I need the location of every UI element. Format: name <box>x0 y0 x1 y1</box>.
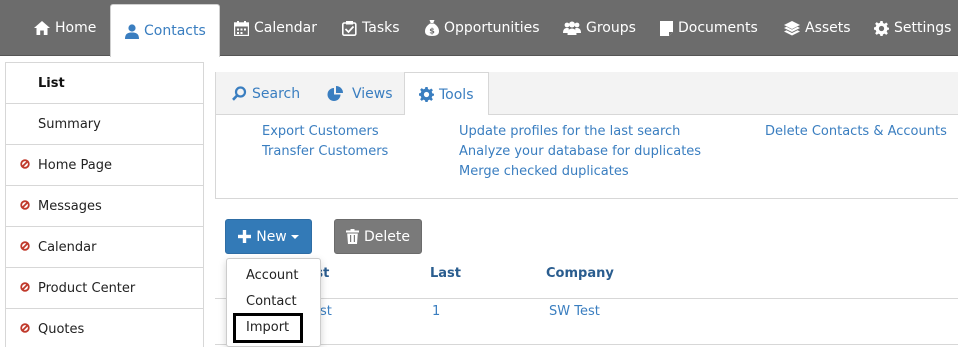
nav-tab-assets[interactable]: Assets <box>778 0 857 56</box>
group-icon <box>563 21 581 35</box>
nav-tab-contacts-label: Contacts <box>144 23 206 39</box>
nav-tab-opportunities[interactable]: $ Opportunities <box>419 0 546 56</box>
left-sidebar: List Summary Home Page Messages Calendar… <box>5 62 204 347</box>
top-navigation: Home Contacts Calendar Tasks $ Opportuni… <box>0 0 958 57</box>
search-icon <box>232 86 247 101</box>
home-icon <box>34 21 50 35</box>
restricted-icon <box>20 282 30 292</box>
nav-tab-opportunities-label: Opportunities <box>444 20 540 36</box>
table-divider <box>215 298 958 299</box>
nav-tab-home-label: Home <box>55 20 97 36</box>
checkbox-icon <box>342 20 357 36</box>
sidebar-item-home-page[interactable]: Home Page <box>6 144 203 185</box>
column-header-company[interactable]: Company <box>546 266 614 281</box>
nav-tab-contacts[interactable]: Contacts <box>110 4 220 57</box>
merge-duplicates-link[interactable]: Merge checked duplicates <box>459 164 629 179</box>
delete-button[interactable]: Delete <box>334 219 422 254</box>
import-highlight-box <box>233 313 303 343</box>
tab-tools-label: Tools <box>439 86 474 103</box>
tab-views[interactable]: Views <box>327 72 393 115</box>
money-bag-icon: $ <box>425 20 439 36</box>
nav-tab-calendar-label: Calendar <box>254 20 317 36</box>
caret-down-icon <box>290 234 299 239</box>
svg-text:$: $ <box>429 27 435 36</box>
table-divider <box>215 344 958 345</box>
restricted-icon <box>20 323 30 333</box>
pie-chart-icon <box>327 85 343 101</box>
sidebar-item-list[interactable]: List <box>6 62 203 103</box>
document-icon <box>660 20 673 36</box>
gear-icon <box>419 87 434 102</box>
nav-tab-groups-label: Groups <box>586 20 636 36</box>
new-button-label: New <box>256 228 287 245</box>
sidebar-item-label: Home Page <box>38 157 112 173</box>
sidebar-item-summary[interactable]: Summary <box>6 103 203 144</box>
nav-tab-home[interactable]: Home <box>28 0 102 56</box>
nav-tab-tasks[interactable]: Tasks <box>336 0 406 56</box>
sidebar-item-label: Summary <box>38 116 101 132</box>
user-icon <box>125 23 139 39</box>
menu-item-contact[interactable]: Contact <box>246 294 297 309</box>
layers-icon <box>784 20 800 35</box>
nav-tab-settings[interactable]: Settings <box>868 0 957 56</box>
nav-tab-assets-label: Assets <box>805 20 851 36</box>
restricted-icon <box>20 200 30 210</box>
tab-tools[interactable]: Tools <box>404 72 489 116</box>
nav-tab-settings-label: Settings <box>894 20 952 36</box>
sidebar-item-product-center[interactable]: Product Center <box>6 267 203 308</box>
tab-search-label: Search <box>252 85 301 102</box>
cell-last-name[interactable]: 1 <box>432 304 440 319</box>
trash-icon <box>346 229 359 244</box>
sidebar-item-label: Calendar <box>38 239 97 255</box>
export-customers-link[interactable]: Export Customers <box>262 124 379 139</box>
sidebar-item-label: Quotes <box>38 321 85 337</box>
restricted-icon <box>20 241 30 251</box>
delete-contacts-link[interactable]: Delete Contacts & Accounts <box>765 124 947 139</box>
delete-button-label: Delete <box>364 228 410 245</box>
cell-company[interactable]: SW Test <box>549 304 600 319</box>
analyze-duplicates-link[interactable]: Analyze your database for duplicates <box>459 144 701 159</box>
menu-item-account[interactable]: Account <box>246 268 299 283</box>
tab-search[interactable]: Search <box>232 72 300 115</box>
restricted-icon <box>20 159 30 169</box>
plus-icon <box>238 230 252 243</box>
sidebar-item-label: List <box>38 75 65 91</box>
nav-tab-tasks-label: Tasks <box>362 20 400 36</box>
nav-tab-calendar[interactable]: Calendar <box>228 0 323 56</box>
tools-panel: Export Customers Transfer Customers Upda… <box>215 115 958 199</box>
calendar-icon <box>234 20 249 36</box>
update-profiles-link[interactable]: Update profiles for the last search <box>459 124 680 139</box>
sidebar-item-label: Messages <box>38 198 102 214</box>
sidebar-item-calendar[interactable]: Calendar <box>6 226 203 267</box>
sub-tab-bar: Search Views Tools <box>215 72 958 116</box>
transfer-customers-link[interactable]: Transfer Customers <box>262 144 388 159</box>
nav-tab-groups[interactable]: Groups <box>557 0 642 56</box>
nav-tab-documents[interactable]: Documents <box>654 0 764 56</box>
tab-views-label: Views <box>352 85 393 102</box>
sidebar-item-messages[interactable]: Messages <box>6 185 203 226</box>
new-button[interactable]: New <box>225 219 312 254</box>
nav-tab-documents-label: Documents <box>678 20 758 36</box>
sidebar-item-label: Product Center <box>38 280 136 296</box>
gear-icon <box>874 20 889 36</box>
column-header-last[interactable]: Last <box>430 266 461 281</box>
sidebar-item-quotes[interactable]: Quotes <box>6 308 203 347</box>
